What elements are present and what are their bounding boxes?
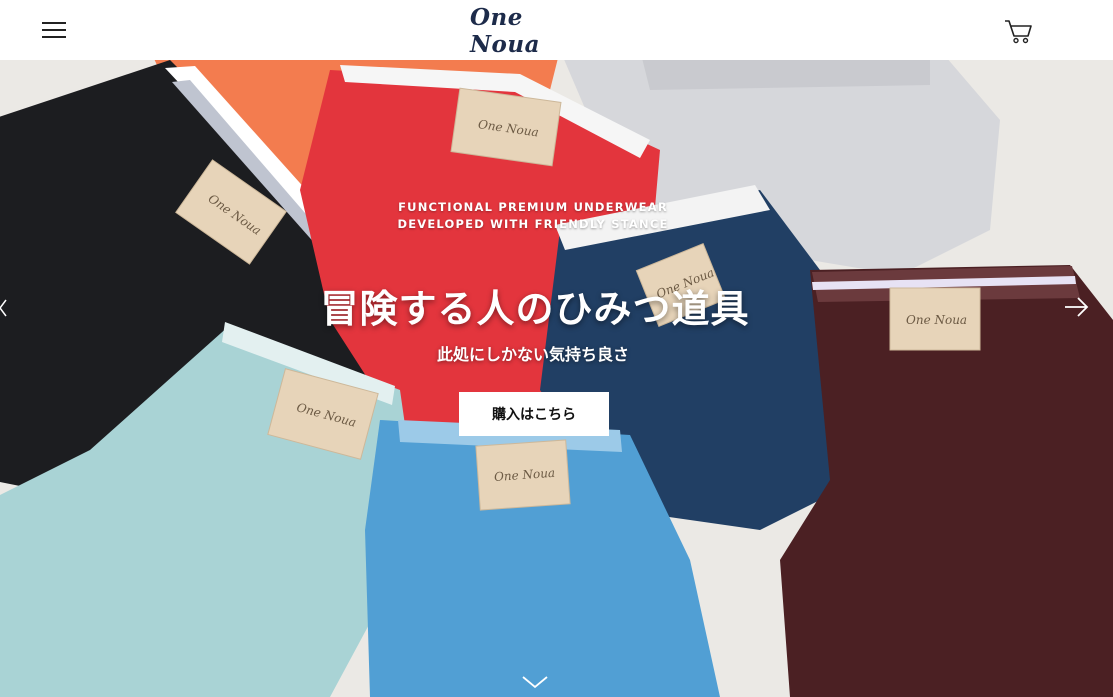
hero-banner: One Noua One Noua One Noua One Noua One … (0, 60, 1113, 697)
arrow-right-icon[interactable] (1062, 293, 1090, 321)
arrow-left-icon[interactable] (0, 298, 8, 318)
hamburger-menu-icon[interactable] (38, 18, 70, 42)
tagline-line-2: DEVELOPED WITH FRIENDLY STANCE (397, 217, 669, 231)
site-header: One Noua (0, 0, 1113, 60)
hero-product-image: One Noua One Noua One Noua One Noua One … (0, 60, 1113, 697)
tagline-line-1: FUNCTIONAL PREMIUM UNDERWEAR (398, 200, 668, 214)
tag-logo-text: One Noua (906, 313, 967, 327)
hero-subtitle: 此処にしかない気持ち良さ (436, 345, 629, 364)
chevron-down-icon[interactable] (520, 672, 550, 692)
shopping-cart-icon[interactable] (1002, 17, 1034, 45)
hero-title: 冒険する人のひみつ道具 (320, 287, 750, 331)
brand-logo[interactable]: One Noua (470, 4, 600, 58)
hero-tagline: FUNCTIONAL PREMIUM UNDERWEAR DEVELOPED W… (380, 199, 686, 233)
buy-now-button[interactable]: 購入はこちら (459, 392, 609, 436)
